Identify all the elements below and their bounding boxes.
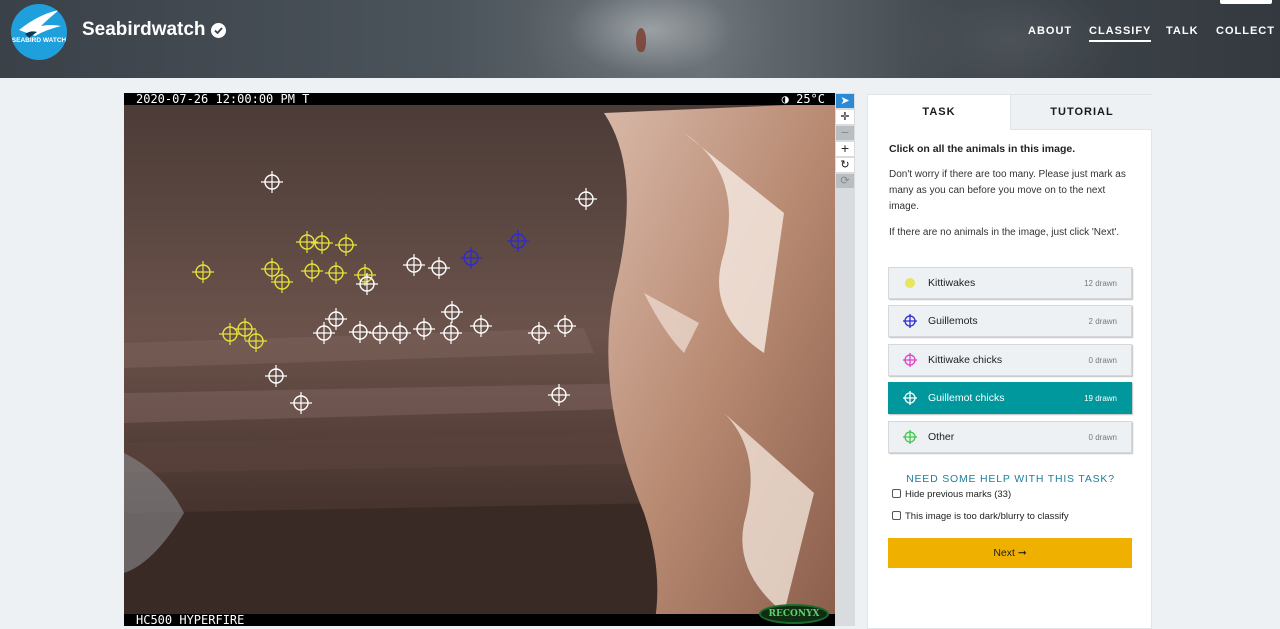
rotate-icon[interactable]: ↻ xyxy=(836,158,854,172)
nav-talk[interactable]: TALK xyxy=(1166,25,1199,37)
crosshair-icon xyxy=(903,314,917,328)
choice-count: 19 drawn xyxy=(1084,394,1117,403)
guillemot-chick-mark[interactable] xyxy=(575,188,597,210)
guillemot-mark[interactable] xyxy=(507,230,529,252)
kittiwake-mark[interactable] xyxy=(261,258,283,280)
guillemot-chick-mark[interactable] xyxy=(389,322,411,344)
hide-marks-checkbox[interactable]: Hide previous marks (33) xyxy=(892,489,1011,500)
kittiwake-mark[interactable] xyxy=(192,261,214,283)
checkbox-box[interactable] xyxy=(892,511,901,520)
crosshair-icon xyxy=(903,391,917,405)
header-background-bird xyxy=(636,28,646,52)
project-title[interactable]: Seabirdwatch xyxy=(82,19,206,41)
choice-label: Kittiwake chicks xyxy=(928,354,1003,366)
choice-count: 12 drawn xyxy=(1084,279,1117,288)
guillemot-chick-mark[interactable] xyxy=(349,321,371,343)
kittiwake-mark[interactable] xyxy=(301,260,323,282)
classification-marks[interactable] xyxy=(124,93,835,626)
kittiwake-mark[interactable] xyxy=(325,262,347,284)
choice-guillemots[interactable]: Guillemots 2 drawn xyxy=(888,305,1132,337)
tab-task[interactable]: TASK xyxy=(868,95,1010,130)
kittiwake-mark[interactable] xyxy=(311,232,333,254)
choice-label: Guillemot chicks xyxy=(928,392,1005,404)
choice-guillemot-chicks[interactable]: Guillemot chicks 19 drawn xyxy=(888,382,1132,414)
task-help-text-2: If there are no animals in the image, ju… xyxy=(889,227,1120,238)
camera-model: HC500 HYPERFIRE xyxy=(136,613,245,626)
guillemot-chick-mark[interactable] xyxy=(441,301,463,323)
task-help-text: Don't worry if there are too many. Pleas… xyxy=(889,169,1126,212)
verified-badge-icon xyxy=(211,23,226,38)
kittiwake-mark[interactable] xyxy=(219,323,241,345)
pointer-icon[interactable]: ➤ xyxy=(836,94,854,108)
crosshair-icon xyxy=(903,430,917,444)
guillemot-chick-mark[interactable] xyxy=(413,318,435,340)
checkbox-box[interactable] xyxy=(892,489,901,498)
image-toolbar: ➤ ✛ − + ↻ ⟳ xyxy=(835,93,855,626)
guillemot-chick-mark[interactable] xyxy=(369,322,391,344)
guillemot-chick-mark[interactable] xyxy=(265,365,287,387)
reconyx-logo: RECONYX xyxy=(759,604,829,624)
kittiwake-mark[interactable] xyxy=(335,234,357,256)
guillemot-chick-mark[interactable] xyxy=(356,273,378,295)
task-question: Click on all the animals in this image. xyxy=(889,143,1076,155)
too-dark-checkbox[interactable]: This image is too dark/blurry to classif… xyxy=(892,511,1069,522)
task-tabs: TASK TUTORIAL xyxy=(868,95,1153,130)
next-button[interactable]: Next ➞ xyxy=(888,538,1132,568)
crosshair-icon xyxy=(903,353,917,367)
kittiwake-mark[interactable] xyxy=(245,330,267,352)
choice-kittiwakes[interactable]: Kittiwakes 12 drawn xyxy=(888,267,1132,299)
circle-icon xyxy=(905,278,915,288)
reset-icon[interactable]: ⟳ xyxy=(836,174,854,188)
choice-kittiwake-chicks[interactable]: Kittiwake chicks 0 drawn xyxy=(888,344,1132,376)
guillemot-chick-mark[interactable] xyxy=(470,315,492,337)
task-help-link[interactable]: NEED SOME HELP WITH THIS TASK? xyxy=(868,473,1153,485)
language-selector[interactable] xyxy=(1220,0,1272,4)
subject-image[interactable]: 2020-07-26 12:00:00 PM T ◑ 25°C HC500 HY… xyxy=(124,93,835,626)
choice-count: 0 drawn xyxy=(1088,433,1117,442)
nav-collect[interactable]: COLLECT xyxy=(1216,25,1275,37)
guillemot-chick-mark[interactable] xyxy=(261,171,283,193)
guillemot-chick-mark[interactable] xyxy=(548,384,570,406)
nav-about[interactable]: ABOUT xyxy=(1028,25,1072,37)
choice-count: 0 drawn xyxy=(1088,356,1117,365)
zoom-out-icon[interactable]: − xyxy=(836,126,854,140)
guillemot-chick-mark[interactable] xyxy=(403,254,425,276)
kittiwake-mark[interactable] xyxy=(271,271,293,293)
too-dark-label: This image is too dark/blurry to classif… xyxy=(905,511,1069,522)
choice-other[interactable]: Other 0 drawn xyxy=(888,421,1132,453)
guillemot-chick-mark[interactable] xyxy=(290,392,312,414)
choice-count: 2 drawn xyxy=(1088,317,1117,326)
camera-model-bar: HC500 HYPERFIRE xyxy=(124,614,835,626)
hide-marks-label: Hide previous marks (33) xyxy=(905,489,1012,500)
choice-label: Other xyxy=(928,431,955,443)
kittiwake-mark[interactable] xyxy=(234,318,256,340)
guillemot-chick-mark[interactable] xyxy=(528,322,550,344)
guillemot-chick-mark[interactable] xyxy=(440,322,462,344)
guillemot-chick-mark[interactable] xyxy=(428,257,450,279)
move-icon[interactable]: ✛ xyxy=(836,110,854,124)
choice-label: Guillemots xyxy=(928,315,978,327)
guillemot-chick-mark[interactable] xyxy=(554,315,576,337)
logo-text: SEABIRD WATCH xyxy=(11,37,67,44)
choice-label: Kittiwakes xyxy=(928,277,976,289)
kittiwake-mark[interactable] xyxy=(354,264,376,286)
nav-classify[interactable]: CLASSIFY xyxy=(1089,25,1152,42)
zoom-in-icon[interactable]: + xyxy=(836,142,854,156)
task-panel: TASK TUTORIAL Click on all the animals i… xyxy=(867,94,1153,629)
seabirdwatch-logo[interactable]: SEABIRD WATCH xyxy=(11,4,67,60)
guillemot-mark[interactable] xyxy=(460,247,482,269)
tab-tutorial[interactable]: TUTORIAL xyxy=(1010,95,1153,130)
